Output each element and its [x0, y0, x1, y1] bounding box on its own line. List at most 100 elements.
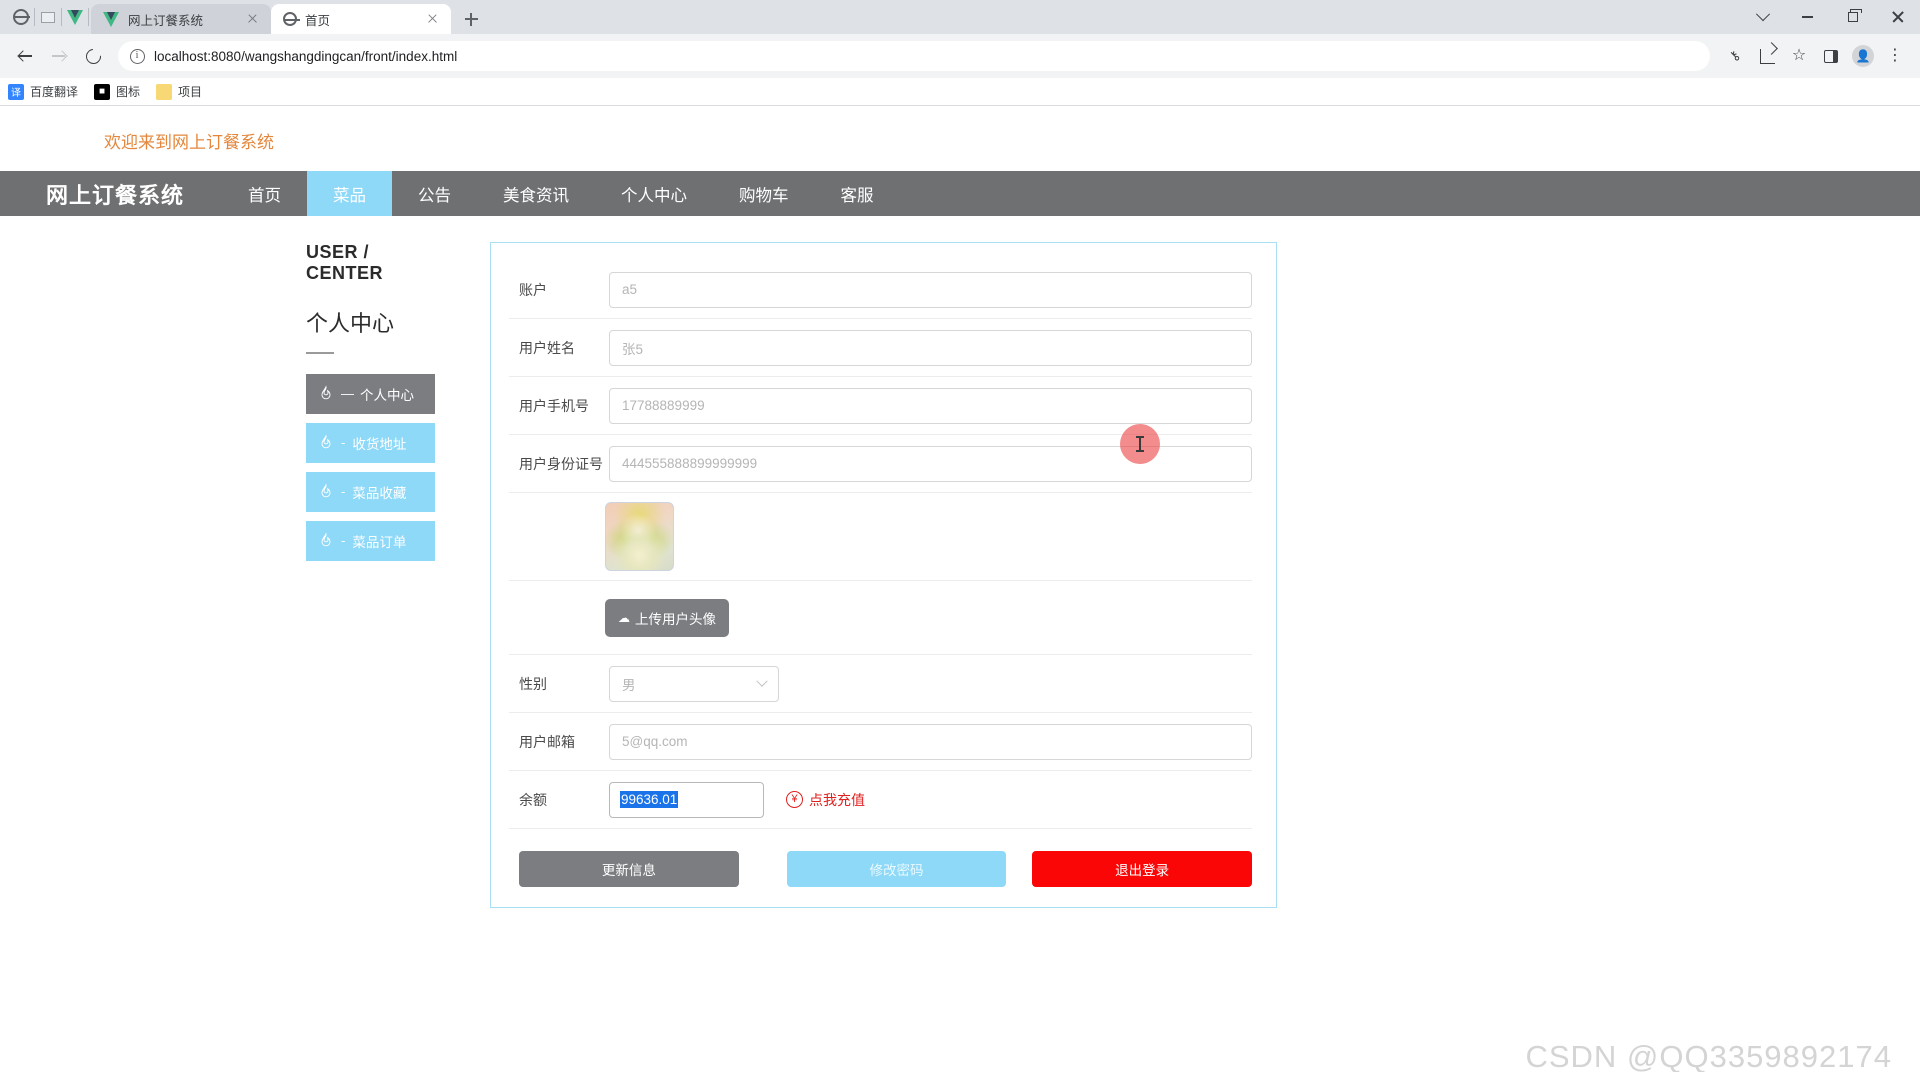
form-row-email: 用户邮箱 5@qq.com — [509, 713, 1252, 771]
browser-toolbar: localhost:8080/wangshangdingcan/front/in… — [0, 34, 1920, 78]
nav-item-home[interactable]: 首页 — [222, 171, 307, 216]
recharge-label: 点我充值 — [809, 791, 865, 808]
gender-label: 性别 — [519, 675, 547, 692]
sidebar-item-dash: — — [341, 386, 354, 401]
account-input[interactable]: a5 — [609, 271, 1252, 308]
form-actions: 更新信息 修改密码 退出登录 — [509, 829, 1253, 887]
close-icon[interactable] — [245, 11, 261, 27]
site-navbar: 网上订餐系统 首页 菜品 公告 美食资讯 个人中心 购物车 客服 — [0, 171, 1920, 216]
sidebar-item-dash: - — [341, 484, 346, 499]
sidebar-title-cn: 个人中心 — [306, 311, 395, 336]
update-info-button[interactable]: 更新信息 — [519, 851, 739, 887]
email-label: 用户邮箱 — [519, 733, 575, 750]
vue-logo-icon — [62, 0, 88, 34]
address-bar[interactable]: localhost:8080/wangshangdingcan/front/in… — [118, 41, 1710, 71]
browser-tab-1[interactable]: 网上订餐系统 — [91, 4, 271, 34]
form-row-avatar — [509, 493, 1252, 581]
nav-item-support[interactable]: 客服 — [815, 171, 900, 216]
tab-divider — [88, 8, 89, 26]
close-icon[interactable] — [425, 11, 441, 27]
sidebar-item-favorites[interactable]: - 菜品收藏 — [306, 471, 435, 512]
fire-icon — [318, 483, 334, 500]
idcard-label: 用户身份证号 — [519, 455, 603, 472]
sidebar-title-en: USER / CENTER — [306, 242, 384, 283]
tab-strip: 网上订餐系统 首页 — [0, 0, 1920, 34]
toolbar-actions: ⚷ ☆ ⋮ — [1720, 41, 1910, 71]
close-icon[interactable] — [1875, 0, 1920, 34]
address-bar-url: localhost:8080/wangshangdingcan/front/in… — [154, 48, 458, 64]
chrome-globe-icon — [8, 0, 34, 34]
welcome-banner: 欢迎来到网上订餐系统 — [104, 133, 274, 152]
name-input[interactable]: 张5 — [609, 329, 1252, 366]
upload-avatar-button[interactable]: ☁ 上传用户头像 — [605, 598, 729, 637]
maximize-icon[interactable] — [1830, 0, 1875, 34]
new-tab-button[interactable] — [457, 5, 485, 33]
fire-icon — [318, 434, 334, 451]
nav-item-announcement[interactable]: 公告 — [392, 171, 477, 216]
nav-item-dishes[interactable]: 菜品 — [307, 171, 393, 216]
forward-button[interactable] — [44, 41, 74, 71]
fire-icon — [318, 532, 334, 549]
yen-icon: ¥ — [786, 791, 803, 808]
email-input[interactable]: 5@qq.com — [609, 723, 1252, 760]
star-icon[interactable]: ☆ — [1784, 41, 1814, 71]
cloud-upload-icon: ☁ — [618, 610, 630, 625]
browser-window: 网上订餐系统 首页 localhost:8080/wangshangdingca… — [0, 0, 1920, 1072]
reload-button[interactable] — [78, 41, 108, 71]
sidebar-item-dash: - — [341, 533, 346, 548]
account-label: 账户 — [519, 281, 547, 298]
phone-input[interactable]: 17788889999 — [609, 387, 1252, 424]
sidebar-item-dash: - — [341, 435, 346, 450]
balance-label: 余额 — [519, 791, 547, 808]
back-button[interactable] — [10, 41, 40, 71]
mouse-cursor-highlight — [1120, 424, 1160, 464]
form-row-account: 账户 a5 — [509, 261, 1252, 319]
sidebar-item-user-center[interactable]: — 个人中心 — [306, 373, 435, 414]
bookmark-item[interactable]: 项目 — [156, 83, 202, 100]
tab-thumbnail-icon — [35, 0, 61, 34]
phone-label: 用户手机号 — [519, 397, 589, 414]
browser-tab-2[interactable]: 首页 — [271, 4, 451, 34]
sidebar-item-label: 收货地址 — [352, 436, 407, 452]
more-menu-icon[interactable]: ⋮ — [1880, 41, 1910, 71]
gender-select[interactable]: 男 — [609, 665, 779, 702]
bookmark-label: 项目 — [178, 85, 203, 99]
profile-icon[interactable] — [1848, 41, 1878, 71]
recharge-link[interactable]: ¥ 点我充值 — [786, 790, 865, 810]
logout-button[interactable]: 退出登录 — [1032, 851, 1253, 887]
sidebar-item-address[interactable]: - 收货地址 — [306, 422, 435, 463]
tab-strip-leading-icons — [6, 0, 91, 34]
translate-icon: 译 — [8, 83, 24, 100]
nav-item-food-news[interactable]: 美食资讯 — [477, 171, 595, 216]
minimize-icon[interactable] — [1785, 0, 1830, 34]
bookmark-item[interactable]: 译 百度翻译 — [8, 83, 78, 100]
chevron-down-icon — [756, 675, 768, 687]
form-row-balance: 余额 99636.01 ¥ 点我充值 — [509, 771, 1252, 829]
balance-input[interactable]: 99636.01 — [609, 781, 764, 818]
fire-icon — [318, 385, 334, 402]
share-icon[interactable] — [1752, 41, 1782, 71]
watermark: CSDN @QQ3359892174 — [1525, 1039, 1892, 1072]
balance-value: 99636.01 — [620, 791, 679, 808]
form-row-gender: 性别 男 — [509, 655, 1252, 713]
bookmark-label: 图标 — [116, 85, 141, 99]
side-panel-icon[interactable] — [1816, 41, 1846, 71]
nav-item-cart[interactable]: 购物车 — [713, 171, 815, 216]
upload-avatar-label: 上传用户头像 — [635, 611, 716, 627]
key-icon[interactable]: ⚷ — [1720, 41, 1750, 71]
gender-value: 男 — [622, 677, 636, 693]
sidebar-item-orders[interactable]: - 菜品订单 — [306, 520, 435, 561]
chevron-down-icon[interactable] — [1740, 0, 1785, 34]
bookmark-item[interactable]: ■ 图标 — [94, 83, 140, 100]
user-center-sidebar: USER / CENTER 个人中心 — 个人中心 - 收货地址 - 菜品收藏 … — [0, 242, 435, 908]
site-brand: 网上订餐系统 — [46, 182, 185, 208]
window-controls — [1740, 0, 1920, 34]
main-content: USER / CENTER 个人中心 — 个人中心 - 收货地址 - 菜品收藏 … — [0, 216, 1920, 908]
avatar — [605, 502, 674, 571]
sidebar-item-label: 菜品收藏 — [352, 485, 407, 501]
nav-item-user-center[interactable]: 个人中心 — [595, 171, 713, 216]
site-info-icon[interactable] — [130, 48, 145, 64]
sidebar-item-label: 菜品订单 — [352, 534, 407, 550]
change-password-button[interactable]: 修改密码 — [786, 851, 1007, 887]
vue-logo-icon — [103, 11, 120, 27]
